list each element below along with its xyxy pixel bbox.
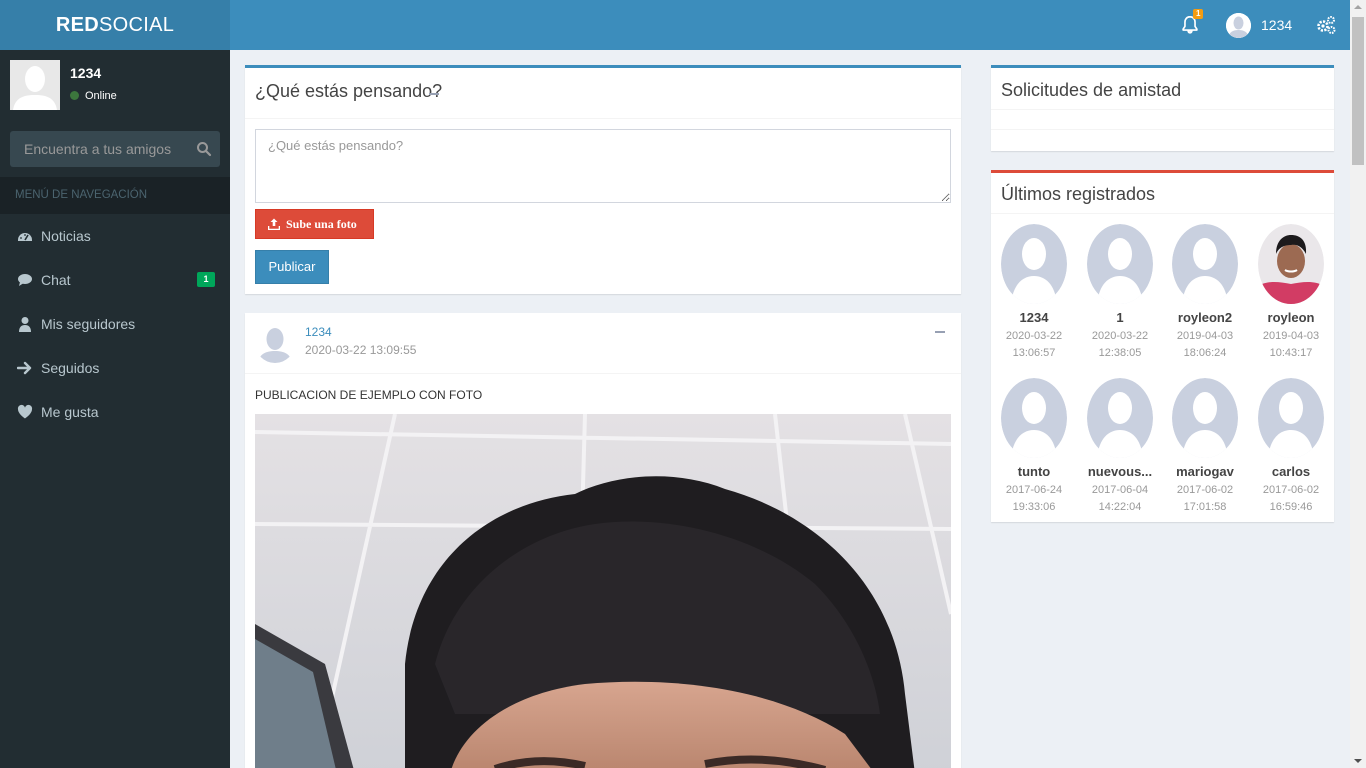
sidebar-item-label: Seguidos	[41, 360, 100, 376]
latest-registered-title: Últimos registrados	[1001, 184, 1156, 204]
scroll-thumb[interactable]	[1352, 17, 1364, 165]
divider	[245, 373, 961, 374]
member-date: 2020-03-22 13:06:57	[1005, 330, 1063, 359]
member-item[interactable]: nuevous... 2017-06-04 14:22:04	[1077, 378, 1163, 516]
member-name[interactable]: 1234	[991, 310, 1077, 325]
online-status: Online	[70, 90, 117, 102]
member-date: 2017-06-24 19:33:06	[1005, 484, 1063, 513]
member-item[interactable]: 1 2020-03-22 12:38:05	[1077, 224, 1163, 362]
member-avatar[interactable]	[1172, 224, 1238, 304]
publish-button[interactable]: Publicar	[255, 250, 329, 284]
member-name[interactable]: tunto	[991, 464, 1077, 479]
member-item[interactable]: royleon 2019-04-03 10:43:17	[1248, 224, 1334, 362]
sidebar-item-me-gusta[interactable]: Me gusta	[0, 390, 230, 434]
sidebar-item-noticias[interactable]: Noticias	[0, 214, 230, 258]
divider	[245, 118, 961, 119]
sidebar-item-chat[interactable]: Chat 1	[0, 258, 230, 302]
search-icon[interactable]	[196, 141, 212, 157]
search-input[interactable]	[10, 131, 186, 167]
member-date: 2019-04-03 10:43:17	[1262, 330, 1320, 359]
divider	[991, 109, 1334, 110]
sidebar-item-label: Me gusta	[41, 404, 99, 420]
online-dot-icon	[70, 91, 79, 100]
member-avatar[interactable]	[1087, 224, 1153, 304]
top-navbar: 1 1234	[230, 0, 1350, 50]
post-author-avatar[interactable]	[255, 323, 295, 363]
sidebar-avatar	[10, 60, 60, 110]
member-name[interactable]: royleon	[1248, 310, 1334, 325]
heart-icon	[17, 404, 33, 419]
arrow-right-icon	[17, 361, 32, 375]
latest-registered-box: Últimos registrados 1234 2020-03-22 13:06…	[991, 170, 1334, 522]
member-date: 2017-06-02 17:01:58	[1176, 484, 1234, 513]
post-card: 1234 2020-03-22 13:09:55 PUBLICACION DE …	[245, 313, 961, 768]
gears-icon[interactable]	[1316, 15, 1336, 35]
post-author-link[interactable]: 1234	[305, 325, 332, 339]
member-item[interactable]: tunto 2017-06-24 19:33:06	[991, 378, 1077, 516]
divider	[991, 129, 1334, 130]
member-date: 2019-04-03 18:06:24	[1176, 330, 1234, 359]
collapse-icon[interactable]	[935, 331, 945, 333]
post-date: 2020-03-22 13:09:55	[305, 343, 417, 357]
member-name[interactable]: carlos	[1248, 464, 1334, 479]
sidebar-search	[10, 131, 220, 167]
page-scrollbar[interactable]	[1350, 0, 1366, 768]
post-photo[interactable]	[255, 414, 951, 768]
member-name[interactable]: 1	[1077, 310, 1163, 325]
sidebar-username: 1234	[70, 65, 102, 81]
sidebar: 1234 Online MENÚ DE NAVEGACIÓN Noticias …	[0, 50, 230, 768]
nav-header: MENÚ DE NAVEGACIÓN	[0, 177, 230, 214]
divider	[991, 213, 1334, 214]
member-item[interactable]: 1234 2020-03-22 13:06:57	[991, 224, 1077, 362]
member-avatar[interactable]	[1001, 378, 1067, 458]
member-name[interactable]: mariogav	[1162, 464, 1248, 479]
member-item[interactable]: carlos 2017-06-02 16:59:46	[1248, 378, 1334, 516]
chat-badge: 1	[197, 272, 215, 287]
header-avatar[interactable]	[1226, 13, 1251, 38]
member-date: 2017-06-04 14:22:04	[1091, 484, 1149, 513]
upload-photo-button[interactable]: Sube una foto	[255, 209, 374, 239]
header-username[interactable]: 1234	[1261, 17, 1292, 33]
friend-requests-box: Solicitudes de amistad	[991, 65, 1334, 151]
member-avatar[interactable]	[1258, 378, 1324, 458]
sidebar-item-mis-seguidores[interactable]: Mis seguidores	[0, 302, 230, 346]
notifications-badge: 1	[1193, 9, 1204, 19]
member-date: 2020-03-22 12:38:05	[1091, 330, 1149, 359]
post-composer: ¿Qué estás pensando? Sube una foto Publi…	[245, 65, 961, 294]
scroll-down-arrow[interactable]	[1354, 759, 1362, 763]
user-icon	[19, 317, 31, 332]
sidebar-item-label: Noticias	[41, 228, 91, 244]
dashboard-icon	[18, 233, 32, 241]
friend-requests-title: Solicitudes de amistad	[1001, 80, 1182, 100]
collapse-icon[interactable]	[429, 93, 439, 95]
post-text: PUBLICACION DE EJEMPLO CON FOTO	[255, 388, 483, 402]
post-textarea[interactable]	[255, 129, 951, 203]
sidebar-item-seguidos[interactable]: Seguidos	[0, 346, 230, 390]
upload-icon	[268, 218, 280, 230]
member-photo-avatar[interactable]	[1258, 224, 1324, 304]
comment-icon	[18, 274, 32, 286]
member-avatar[interactable]	[1001, 224, 1067, 304]
member-name[interactable]: royleon2	[1162, 310, 1248, 325]
member-avatar[interactable]	[1172, 378, 1238, 458]
member-avatar[interactable]	[1087, 378, 1153, 458]
composer-title: ¿Qué estás pensando?	[255, 81, 443, 101]
app-logo[interactable]: REDSOCIAL	[0, 0, 230, 50]
sidebar-item-label: Chat	[41, 272, 71, 288]
sidebar-item-label: Mis seguidores	[41, 316, 136, 332]
member-item[interactable]: royleon2 2019-04-03 18:06:24	[1162, 224, 1248, 362]
member-name[interactable]: nuevous...	[1077, 464, 1163, 479]
upload-photo-label: Sube una foto	[286, 217, 357, 231]
member-item[interactable]: mariogav 2017-06-02 17:01:58	[1162, 378, 1248, 516]
scroll-up-arrow[interactable]	[1354, 5, 1362, 9]
member-date: 2017-06-02 16:59:46	[1262, 484, 1320, 513]
